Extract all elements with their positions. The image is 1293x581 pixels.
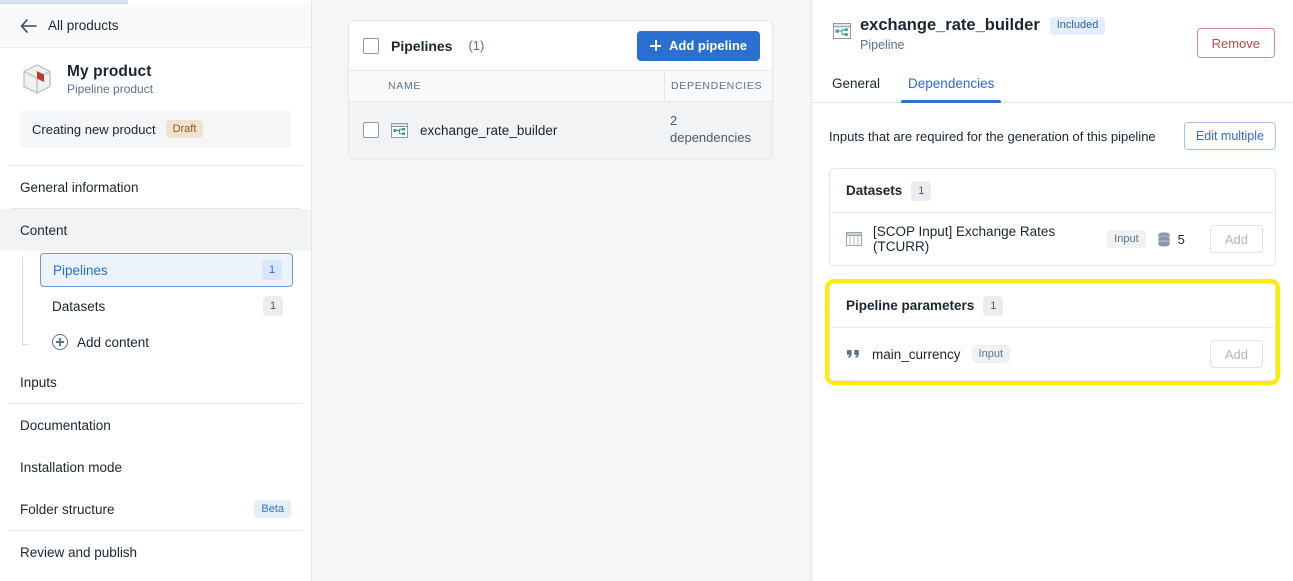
app-root: All products My product Pipeline product — [0, 0, 1293, 581]
status-badge: Draft — [165, 120, 204, 138]
table-row[interactable]: exchange_rate_builder 2 dependencies — [349, 102, 772, 158]
edit-multiple-button[interactable]: Edit multiple — [1183, 122, 1276, 150]
quote-icon — [846, 347, 861, 361]
sidebar-item-label: Datasets — [52, 298, 106, 314]
select-all-checkbox[interactable] — [363, 37, 379, 54]
included-badge: Included — [1049, 16, 1106, 35]
tab-general[interactable]: General — [830, 71, 882, 102]
pipelines-card: Pipelines (1) Add pipeline NAME DEPENDEN… — [348, 20, 773, 159]
sidebar-item-label: Review and publish — [20, 544, 138, 560]
back-label: All products — [48, 18, 119, 33]
dependencies-count: 2 — [670, 113, 678, 129]
sidebar-item-general-information[interactable]: General information — [0, 166, 311, 208]
product-summary: My product Pipeline product — [0, 48, 311, 96]
add-content-button[interactable]: Add content — [40, 325, 293, 359]
remove-button[interactable]: Remove — [1196, 28, 1275, 58]
product-subtitle: Pipeline product — [67, 81, 154, 96]
details-body: Inputs that are required for the generat… — [812, 103, 1293, 581]
row-name-cell: exchange_rate_builder — [349, 122, 664, 138]
dataset-table-icon — [846, 232, 862, 246]
dependencies-word: dependencies — [670, 130, 751, 145]
sidebar-item-content[interactable]: Content — [0, 209, 311, 251]
sidebar-item-label: Installation mode — [20, 459, 123, 475]
sidebar-item-inputs[interactable]: Inputs — [0, 361, 311, 403]
sidebar-item-datasets[interactable]: Datasets 1 — [40, 289, 293, 323]
browser-tab-sliver — [0, 0, 128, 4]
list-item[interactable]: main_currency Input Add — [830, 328, 1275, 380]
dataset-label: [SCOP Input] Exchange Rates (TCURR) — [873, 224, 1056, 254]
pipeline-parameters-group-title: Pipeline parameters — [846, 298, 975, 313]
back-to-all-products[interactable]: All products — [0, 4, 311, 48]
row-checkbox[interactable] — [363, 122, 379, 138]
add-pipeline-label: Add pipeline — [669, 38, 747, 53]
pipeline-name: exchange_rate_builder — [420, 122, 558, 138]
beta-badge: Beta — [254, 500, 291, 518]
sidebar-item-pipelines[interactable]: Pipelines 1 — [40, 253, 293, 287]
plus-icon — [650, 40, 661, 51]
details-tabs: General Dependencies — [812, 71, 1293, 103]
pipelines-title-count: (1) — [468, 38, 485, 53]
inputs-description: Inputs that are required for the generat… — [829, 128, 1156, 144]
sidebar-item-documentation[interactable]: Documentation — [0, 404, 311, 446]
pipeline-icon — [833, 23, 851, 39]
pipeline-icon — [391, 122, 408, 138]
row-dependencies-cell: 2 dependencies — [664, 113, 772, 147]
details-panel: exchange_rate_builder Included Pipeline … — [812, 0, 1293, 581]
sidebar-item-label: Documentation — [20, 417, 111, 433]
sidebar-item-label: Content — [20, 222, 68, 238]
sidebar-item-label: Pipelines — [53, 262, 108, 278]
database-icon — [1157, 231, 1171, 247]
sidebar-item-label: Inputs — [20, 374, 57, 390]
pipeline-parameters-count: 1 — [983, 295, 1004, 316]
pipeline-parameters-group: Pipeline parameters 1 main_currency Inpu… — [825, 279, 1280, 385]
product-status-text: Creating new product — [32, 121, 156, 137]
sidebar-item-installation-mode[interactable]: Installation mode — [0, 446, 311, 488]
sidebar-item-review-and-publish[interactable]: Review and publish — [0, 531, 311, 573]
datasets-group: Datasets 1 [SCOP Input] Exchange Rates (… — [829, 168, 1276, 266]
details-header: exchange_rate_builder Included Pipeline … — [812, 0, 1293, 58]
sidebar-nav: General information Content Pipelines 1 … — [0, 165, 311, 573]
datasets-group-header: Datasets 1 — [830, 169, 1275, 213]
product-status-card: Creating new product Draft — [20, 110, 291, 148]
center-panel: Pipelines (1) Add pipeline NAME DEPENDEN… — [312, 0, 812, 581]
dataset-usage: 5 — [1157, 232, 1185, 247]
inputs-description-row: Inputs that are required for the generat… — [829, 121, 1276, 151]
plus-circle-icon — [52, 334, 68, 350]
pipelines-card-header: Pipelines (1) Add pipeline — [349, 21, 772, 70]
content-children: Pipelines 1 Datasets 1 Add content — [0, 253, 311, 359]
tab-dependencies[interactable]: Dependencies — [901, 71, 1002, 103]
add-parameter-button[interactable]: Add — [1209, 340, 1263, 368]
add-pipeline-button[interactable]: Add pipeline — [637, 30, 760, 61]
input-tag: Input — [971, 345, 1011, 363]
sidebar-item-folder-structure[interactable]: Folder structure Beta — [0, 488, 311, 530]
datasets-group-title: Datasets — [846, 183, 903, 198]
pipelines-count: 1 — [262, 260, 282, 280]
page-title: exchange_rate_builder — [860, 16, 1040, 34]
parameter-label: main_currency — [872, 346, 961, 362]
pipelines-table-header: NAME DEPENDENCIES — [349, 70, 772, 102]
pipelines-title: Pipelines — [391, 37, 453, 54]
column-header-dependencies: DEPENDENCIES — [664, 71, 772, 101]
add-content-label: Add content — [77, 334, 150, 350]
sidebar-item-label: General information — [20, 179, 139, 195]
datasets-count: 1 — [263, 296, 283, 316]
column-header-name: NAME — [388, 80, 422, 92]
dataset-usage-count: 5 — [1177, 231, 1185, 247]
pipeline-parameters-group-header: Pipeline parameters 1 — [830, 284, 1275, 328]
product-box-icon — [20, 62, 54, 96]
arrow-left-icon — [20, 18, 37, 33]
details-subtitle: Pipeline — [860, 38, 905, 52]
datasets-group-count: 1 — [911, 180, 932, 201]
sidebar: All products My product Pipeline product — [0, 0, 312, 581]
input-tag: Input — [1107, 230, 1146, 248]
product-name: My product — [67, 62, 152, 80]
list-item[interactable]: [SCOP Input] Exchange Rates (TCURR) Inpu… — [830, 213, 1275, 265]
add-dataset-button[interactable]: Add — [1209, 225, 1263, 253]
sidebar-item-label: Folder structure — [20, 501, 115, 517]
